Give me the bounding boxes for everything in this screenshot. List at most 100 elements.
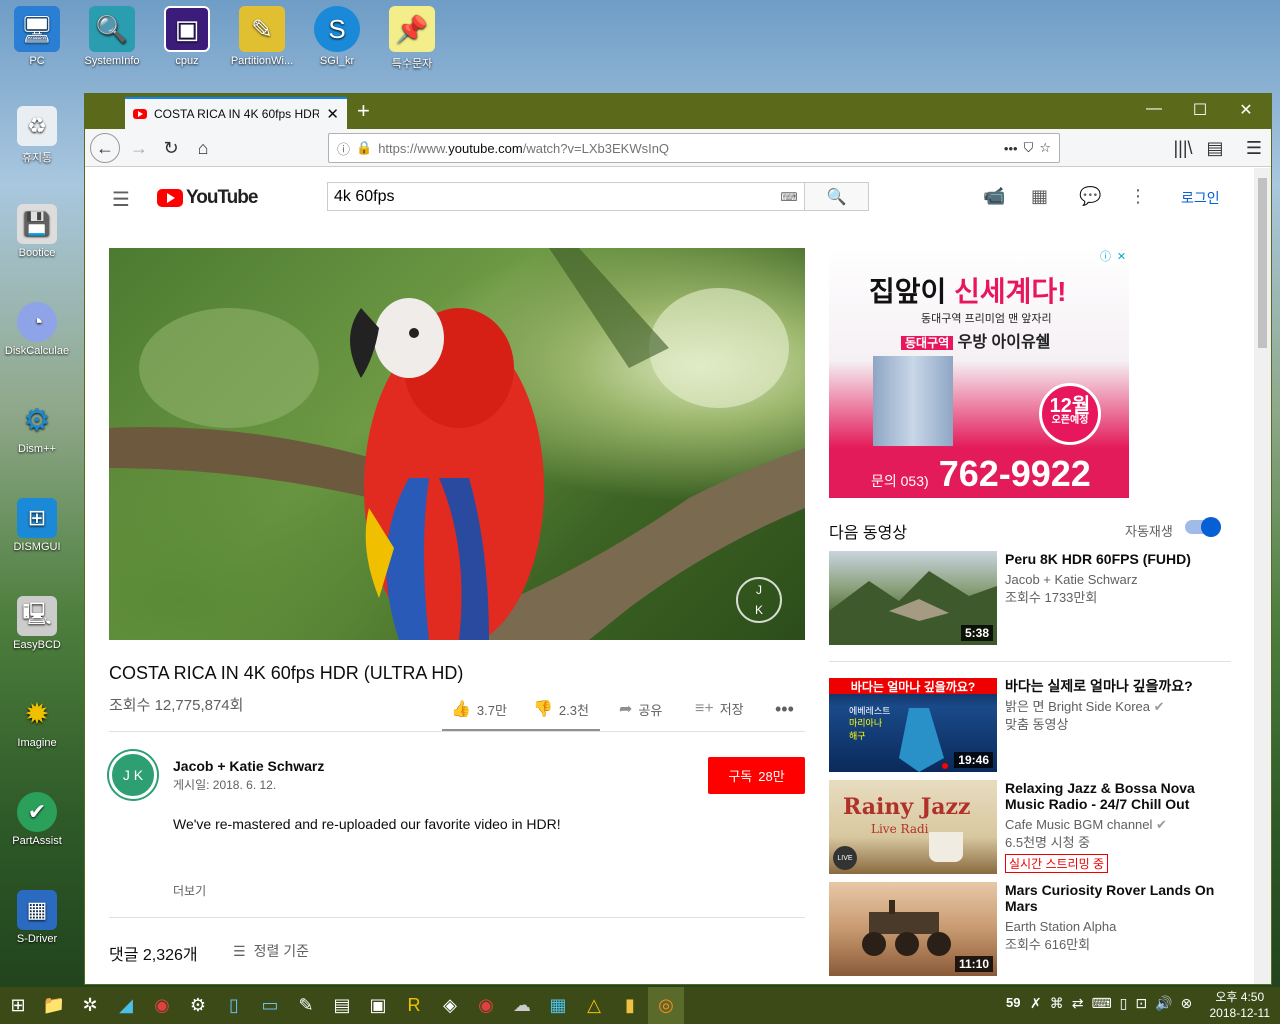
video-thumbnail[interactable]: 11:10 [829,882,997,976]
video-thumbnail[interactable]: 바다는 얼마나 깊을까요? 에베레스트 마리아나 해구 19:46 [829,678,997,772]
page-actions-icon[interactable]: ••• [1004,141,1018,156]
desktop-icon-pc[interactable]: 🖥 PC [0,6,74,67]
related-video-2[interactable]: 바다는 얼마나 깊을까요? 에베레스트 마리아나 해구 19:46 바다는 실제… [829,678,1231,772]
app-icon[interactable]: ▯ [216,987,252,1024]
browser-tab[interactable]: COSTA RICA IN 4K 60fps HDR (ULTRA HD) - … [125,97,347,129]
search-input[interactable] [328,183,774,210]
channel-avatar[interactable]: J K [109,751,157,799]
settings-icon[interactable]: ✲ [72,987,108,1024]
video-thumbnail[interactable]: Rainy Jazz Live Radi LIVE [829,780,997,874]
related-video-4[interactable]: 11:10 Mars Curiosity Rover Lands On Mars… [829,882,1231,976]
sort-comments-button[interactable]: ☰ 정렬 기준 [233,941,309,961]
show-more-button[interactable]: 더보기 [173,882,206,899]
back-button[interactable]: ← [90,133,120,163]
firefox-icon[interactable]: ◎ [648,987,684,1024]
youtube-logo[interactable]: YouTube [157,187,258,209]
autoplay-toggle[interactable] [1185,517,1221,537]
advertisement[interactable]: 집앞이 신세계다! 동대구역 프리미엄 맨 앞자리 동대구역 우방 아이유쉘 1… [829,248,1129,498]
desktop-icon-easybcd[interactable]: 🖳 EasyBCD [0,596,74,651]
channel-name[interactable]: Jacob + Katie Schwarz [173,758,324,774]
info-icon[interactable]: ⓘ [337,139,350,158]
app-icon[interactable]: ▣ [360,987,396,1024]
app-icon[interactable]: ▮ [612,987,648,1024]
app-icon[interactable]: ☁ [504,987,540,1024]
youtube-play-icon [157,189,183,207]
desktop-icon-dism[interactable]: ⚙ Dism++ [0,400,74,456]
video-title[interactable]: 바다는 실제로 얼마나 깊을까요? [1005,678,1227,694]
app-icon[interactable]: ✎ [288,987,324,1024]
video-title[interactable]: Relaxing Jazz & Bossa Nova Music Radio -… [1005,780,1227,812]
library-icon[interactable]: |||\ [1169,134,1197,162]
app-icon[interactable]: ◢ [108,987,144,1024]
app-icon[interactable]: ◈ [432,987,468,1024]
live-badge: 실시간 스트리밍 중 [1005,854,1108,873]
reload-button[interactable]: ↻ [157,134,185,162]
app-icon[interactable]: ▤ [324,987,360,1024]
url-bar[interactable]: ⓘ 🔒 https://www.youtube.com/watch?v=LXb3… [328,133,1060,163]
related-video-1[interactable]: 5:38 Peru 8K HDR 60FPS (FUHD) Jacob + Ka… [829,551,1231,645]
search-button[interactable]: 🔍 [804,183,868,210]
sidebar-toggle-icon[interactable]: ▤ [1201,134,1229,162]
close-tab-icon[interactable]: ✕ [326,105,339,123]
dislike-button[interactable]: 👎 2.3천 [533,699,589,719]
divider [829,661,1231,662]
video-title[interactable]: Mars Curiosity Rover Lands On Mars [1005,882,1227,914]
pocket-icon[interactable]: ⛉ [1024,140,1034,156]
desktop-icon-diskcalc[interactable]: ◔ DiskCalculae [0,302,74,357]
home-button[interactable]: ⌂ [189,134,217,162]
maximize-button[interactable]: ☐ [1177,100,1223,120]
file-explorer-icon[interactable]: 📁 [36,987,72,1024]
upload-video-icon[interactable]: 📹 [983,186,1005,207]
desktop-icon-sgi[interactable]: S SGI_kr [300,6,374,67]
menu-icon[interactable]: ☰ [1240,134,1268,162]
desktop-icon-special-chars[interactable]: 📌 특수문자 [375,6,449,71]
like-button[interactable]: 👍 3.7만 [451,699,507,719]
apps-grid-icon[interactable]: ▦ [1031,186,1048,207]
clock[interactable]: 오후 4:50 2018-12-11 [1210,989,1271,1021]
share-button[interactable]: ➦ 공유 [619,699,662,719]
desktop-icon-imagine[interactable]: ✹ Imagine [0,694,74,750]
desktop-icon-bootice[interactable]: 💾 Bootice [0,204,74,259]
tray-counter[interactable]: 59 [1006,995,1020,1010]
desktop-icon-systeminfo[interactable]: 🔍 SystemInfo [75,6,149,67]
video-player[interactable]: J K [109,248,805,640]
video-title[interactable]: Peru 8K HDR 60FPS (FUHD) [1005,551,1227,567]
forward-button[interactable]: → [125,134,153,162]
desktop-icon-dismgui[interactable]: ⊞ DISMGUI [0,498,74,553]
desktop-icon-partitionwizard[interactable]: ✎ PartitionWi... [225,6,299,67]
messages-icon[interactable]: 💬 [1079,186,1101,207]
app-icon[interactable]: ⚙ [180,987,216,1024]
app-icon[interactable]: ◉ [144,987,180,1024]
desktop-icon-sdriver[interactable]: ▦ S-Driver [0,890,74,945]
subscribe-button[interactable]: 구독 28만 [708,757,805,794]
ad-info-icon[interactable]: ⓘ [1100,248,1111,264]
app-icon[interactable]: R [396,987,432,1024]
youtube-favicon-icon [133,109,147,119]
minimize-button[interactable]: — [1131,100,1177,118]
sgi-icon: S [314,6,360,52]
bookmark-star-icon[interactable]: ☆ [1039,140,1051,156]
ad-close-icon[interactable]: ✕ [1117,250,1126,263]
system-tray-icons[interactable]: ✗⌘⇄⌨▯⊡🔊⊗ [1030,995,1200,1012]
scrollbar-thumb[interactable] [1258,178,1267,348]
app-icon[interactable]: ▦ [540,987,576,1024]
app-icon[interactable]: ▭ [252,987,288,1024]
desktop-icon-cpuz[interactable]: ▣ cpuz [150,6,224,67]
more-settings-icon[interactable]: ⋮ [1129,186,1147,207]
start-button[interactable]: ⊞ [0,987,36,1024]
login-button[interactable]: 로그인 [1181,188,1220,208]
ad-choices[interactable]: ⓘ ✕ [1097,248,1129,264]
close-window-button[interactable]: ✕ [1223,100,1269,120]
more-actions-button[interactable]: ••• [775,699,794,720]
guide-menu-icon[interactable]: ☰ [112,187,130,212]
app-icon[interactable]: ◉ [468,987,504,1024]
page-scrollbar[interactable] [1254,168,1271,984]
new-tab-button[interactable]: + [357,98,370,124]
keyboard-icon[interactable]: ⌨ [774,183,804,210]
video-thumbnail[interactable]: 5:38 [829,551,997,645]
related-video-3[interactable]: Rainy Jazz Live Radi LIVE Relaxing Jazz … [829,780,1231,874]
desktop-icon-recycle-bin[interactable]: ♻ 휴지통 [0,106,74,165]
app-icon[interactable]: △ [576,987,612,1024]
desktop-icon-partassist[interactable]: ✔ PartAssist [0,792,74,847]
save-button[interactable]: ≡+ 저장 [695,699,744,718]
